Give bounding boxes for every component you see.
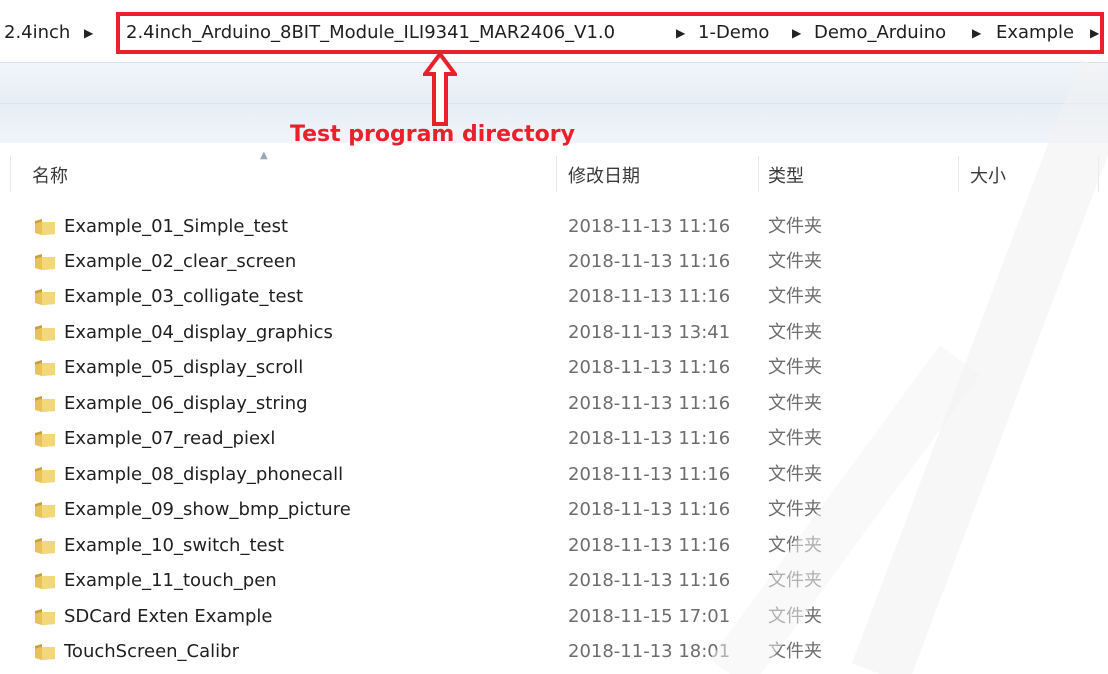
folder-icon	[35, 254, 55, 270]
file-name: Example_10_switch_test	[64, 535, 285, 556]
column-divider[interactable]	[1098, 156, 1099, 192]
file-type: 文件夹	[768, 535, 822, 556]
folder-icon	[35, 396, 55, 412]
file-type: 文件夹	[768, 641, 822, 662]
folder-icon	[35, 360, 55, 376]
file-name: SDCard Exten Example	[64, 606, 273, 627]
highlight-box	[116, 12, 1104, 54]
column-divider[interactable]	[958, 156, 959, 192]
list-item[interactable]: Example_01_Simple_test 2018-11-13 11:16 …	[0, 210, 1108, 244]
folder-icon	[35, 325, 55, 341]
file-type: 文件夹	[768, 251, 822, 272]
file-type: 文件夹	[768, 357, 822, 378]
folder-icon	[35, 467, 55, 483]
toolbar-divider	[0, 103, 1108, 104]
file-name: Example_07_read_piexl	[64, 428, 276, 449]
file-type: 文件夹	[768, 393, 822, 414]
folder-icon	[35, 219, 55, 235]
file-modified: 2018-11-13 11:16	[568, 393, 731, 414]
column-header-size[interactable]: 大小	[970, 162, 1006, 188]
file-type: 文件夹	[768, 286, 822, 307]
folder-icon	[35, 289, 55, 305]
file-type: 文件夹	[768, 322, 822, 343]
column-header-name[interactable]: 名称	[32, 162, 68, 188]
file-modified: 2018-11-13 11:16	[568, 428, 731, 449]
file-modified: 2018-11-13 11:16	[568, 499, 731, 520]
list-item[interactable]: Example_09_show_bmp_picture 2018-11-13 1…	[0, 493, 1108, 527]
file-name: Example_08_display_phonecall	[64, 464, 344, 485]
file-modified: 2018-11-13 11:16	[568, 464, 731, 485]
folder-icon	[35, 644, 55, 660]
list-item[interactable]: TouchScreen_Calibr 2018-11-13 18:01 文件夹	[0, 635, 1108, 669]
file-modified: 2018-11-15 17:01	[568, 606, 731, 627]
list-item[interactable]: SDCard Exten Example 2018-11-15 17:01 文件…	[0, 600, 1108, 634]
file-type: 文件夹	[768, 428, 822, 449]
file-modified: 2018-11-13 13:41	[568, 322, 731, 343]
list-item[interactable]: Example_07_read_piexl 2018-11-13 11:16 文…	[0, 422, 1108, 456]
file-type: 文件夹	[768, 464, 822, 485]
file-modified: 2018-11-13 11:16	[568, 570, 731, 591]
list-item[interactable]: Example_06_display_string 2018-11-13 11:…	[0, 387, 1108, 421]
file-modified: 2018-11-13 11:16	[568, 251, 731, 272]
address-bar: 2.4inch ▶ 2.4inch_Arduino_8BIT_Module_IL…	[0, 0, 1108, 62]
list-item[interactable]: Example_10_switch_test 2018-11-13 11:16 …	[0, 529, 1108, 563]
folder-icon	[35, 573, 55, 589]
folder-icon	[35, 609, 55, 625]
file-type: 文件夹	[768, 606, 822, 627]
sort-ascending-icon: ▲	[260, 150, 268, 161]
file-name: Example_04_display_graphics	[64, 322, 333, 343]
column-header-type[interactable]: 类型	[768, 162, 804, 188]
list-item[interactable]: Example_11_touch_pen 2018-11-13 11:16 文件…	[0, 564, 1108, 598]
file-type: 文件夹	[768, 570, 822, 591]
list-item[interactable]: Example_03_colligate_test 2018-11-13 11:…	[0, 280, 1108, 314]
file-modified: 2018-11-13 11:16	[568, 535, 731, 556]
list-item[interactable]: Example_05_display_scroll 2018-11-13 11:…	[0, 351, 1108, 385]
column-header-modified[interactable]: 修改日期	[568, 162, 640, 188]
column-divider[interactable]	[556, 156, 557, 192]
breadcrumb-separator-icon[interactable]: ▶	[84, 16, 93, 50]
list-item[interactable]: Example_02_clear_screen 2018-11-13 11:16…	[0, 245, 1108, 279]
up-arrow-icon	[423, 52, 457, 126]
column-divider[interactable]	[758, 156, 759, 192]
annotation-label: Test program directory	[290, 122, 575, 147]
file-name: Example_11_touch_pen	[64, 570, 277, 591]
file-name: Example_02_clear_screen	[64, 251, 297, 272]
column-divider	[10, 156, 11, 192]
file-type: 文件夹	[768, 216, 822, 237]
file-modified: 2018-11-13 11:16	[568, 216, 731, 237]
list-item[interactable]: Example_08_display_phonecall 2018-11-13 …	[0, 458, 1108, 492]
file-name: Example_03_colligate_test	[64, 286, 304, 307]
folder-icon	[35, 538, 55, 554]
column-headers: ▲ 名称 修改日期 类型 大小	[0, 150, 1108, 198]
file-name: TouchScreen_Calibr	[64, 641, 239, 662]
file-type: 文件夹	[768, 499, 822, 520]
folder-icon	[35, 431, 55, 447]
file-name: Example_09_show_bmp_picture	[64, 499, 351, 520]
file-name: Example_01_Simple_test	[64, 216, 289, 237]
list-item[interactable]: Example_04_display_graphics 2018-11-13 1…	[0, 316, 1108, 350]
file-modified: 2018-11-13 18:01	[568, 641, 731, 662]
file-modified: 2018-11-13 11:16	[568, 286, 731, 307]
file-name: Example_05_display_scroll	[64, 357, 304, 378]
folder-icon	[35, 502, 55, 518]
file-name: Example_06_display_string	[64, 393, 308, 414]
file-modified: 2018-11-13 11:16	[568, 357, 731, 378]
breadcrumb-item-2-4inch[interactable]: 2.4inch	[4, 16, 70, 50]
